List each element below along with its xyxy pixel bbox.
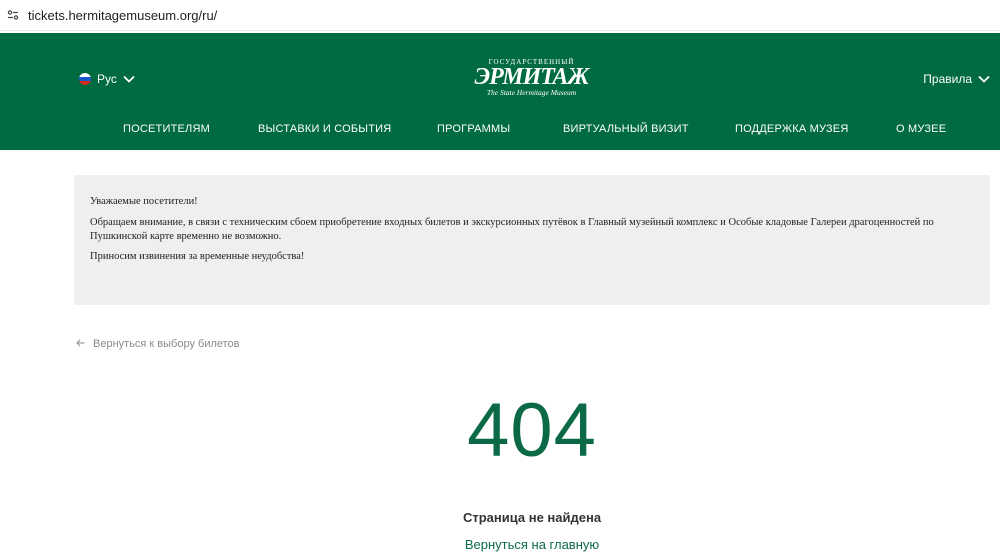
back-to-tickets-link[interactable]: Вернуться к выбору билетов [76,338,240,350]
error-message: Страница не найдена [462,510,602,525]
browser-address-bar[interactable]: tickets.hermitagemuseum.org/ru/ [0,0,1000,31]
nav-item-about[interactable]: О МУЗЕЕ [896,123,946,135]
nav-item-support[interactable]: ПОДДЕРЖКА МУЗЕЯ [735,123,848,135]
error-code: 404 [467,388,597,473]
url-text[interactable]: tickets.hermitagemuseum.org/ru/ [28,8,217,23]
notice-greeting: Уважаемые посетители! [90,196,198,207]
language-selector[interactable]: Рус [79,72,135,86]
hermitage-logo[interactable]: ГОСУДАРСТВЕННЫЙ ЭРМИТАЖ The State Hermit… [474,58,590,97]
nav-item-programs[interactable]: ПРОГРАММЫ [437,123,510,135]
notice-banner: Уважаемые посетители! Обращаем внимание,… [74,175,990,305]
language-label: Рус [97,72,117,86]
rules-label: Правила [923,72,972,86]
russia-flag-icon [79,73,91,85]
chevron-down-icon [978,72,990,86]
back-link-label: Вернуться к выбору билетов [93,338,240,350]
notice-body: Обращаем внимание, в связи с техническим… [90,216,934,242]
logo-sub-text: The State Hermitage Museum [486,88,577,97]
notice-apology: Приносим извинения за временные неудобст… [90,251,305,262]
site-header: Рус ГОСУДАРСТВЕННЫЙ ЭРМИТАЖ The State He… [0,33,1000,150]
logo-main-text: ЭРМИТАЖ [474,64,590,90]
nav-item-virtual-visit[interactable]: ВИРТУАЛЬНЫЙ ВИЗИТ [563,123,689,135]
chevron-down-icon [123,72,135,86]
rules-dropdown[interactable]: Правила [923,72,990,86]
site-settings-icon[interactable] [6,8,20,22]
nav-item-visitors[interactable]: ПОСЕТИТЕЛЯМ [123,123,210,135]
home-link[interactable]: Вернуться на главную [0,537,1000,552]
nav-item-exhibitions[interactable]: ВЫСТАВКИ И СОБЫТИЯ [258,123,391,135]
main-nav: ПОСЕТИТЕЛЯМ ВЫСТАВКИ И СОБЫТИЯ ПРОГРАММЫ… [0,123,1000,137]
arrow-left-icon [76,338,85,350]
